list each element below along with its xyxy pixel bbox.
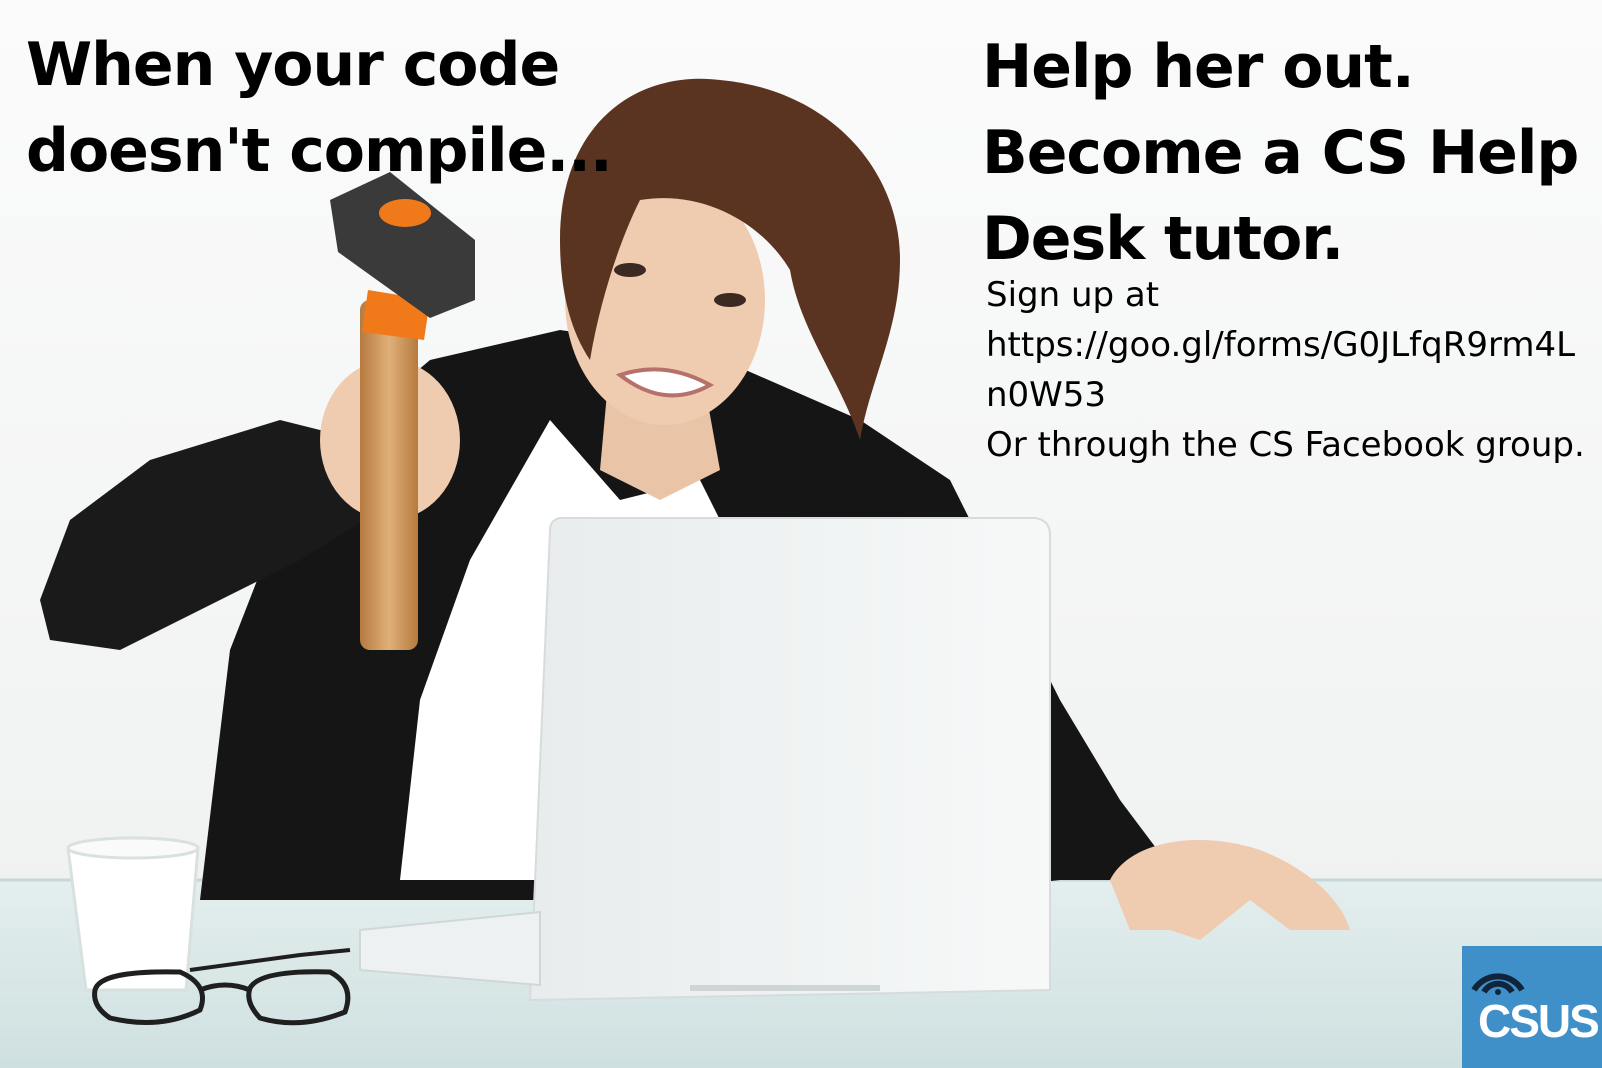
signup-url-line1: https://goo.gl/forms/G0JLfqR9rm4L — [986, 325, 1576, 365]
headline-right-line1: Help her out. — [982, 32, 1415, 102]
headline-left: When your code doesn't compile... — [26, 22, 613, 194]
hammer-handle — [360, 300, 418, 650]
signup-url-line2: n0W53 — [986, 375, 1107, 415]
headline-left-line1: When your code — [26, 30, 560, 100]
headline-right: Help her out. Become a CS Help Desk tuto… — [982, 24, 1579, 282]
signup-info: Sign up at https://goo.gl/forms/G0JLfqR9… — [986, 270, 1585, 470]
plastic-cup — [66, 846, 200, 992]
wifi-icon — [1471, 973, 1525, 995]
headline-left-line2: doesn't compile... — [26, 116, 613, 186]
signup-facebook-line: Or through the CS Facebook group. — [986, 425, 1585, 465]
laptop — [528, 517, 1051, 1002]
signup-line1: Sign up at — [986, 275, 1160, 315]
headline-right-line2: Become a CS Help — [982, 118, 1579, 188]
csus-logo: CSUS — [1462, 946, 1602, 1068]
logo-text: CSUS — [1478, 995, 1600, 1047]
